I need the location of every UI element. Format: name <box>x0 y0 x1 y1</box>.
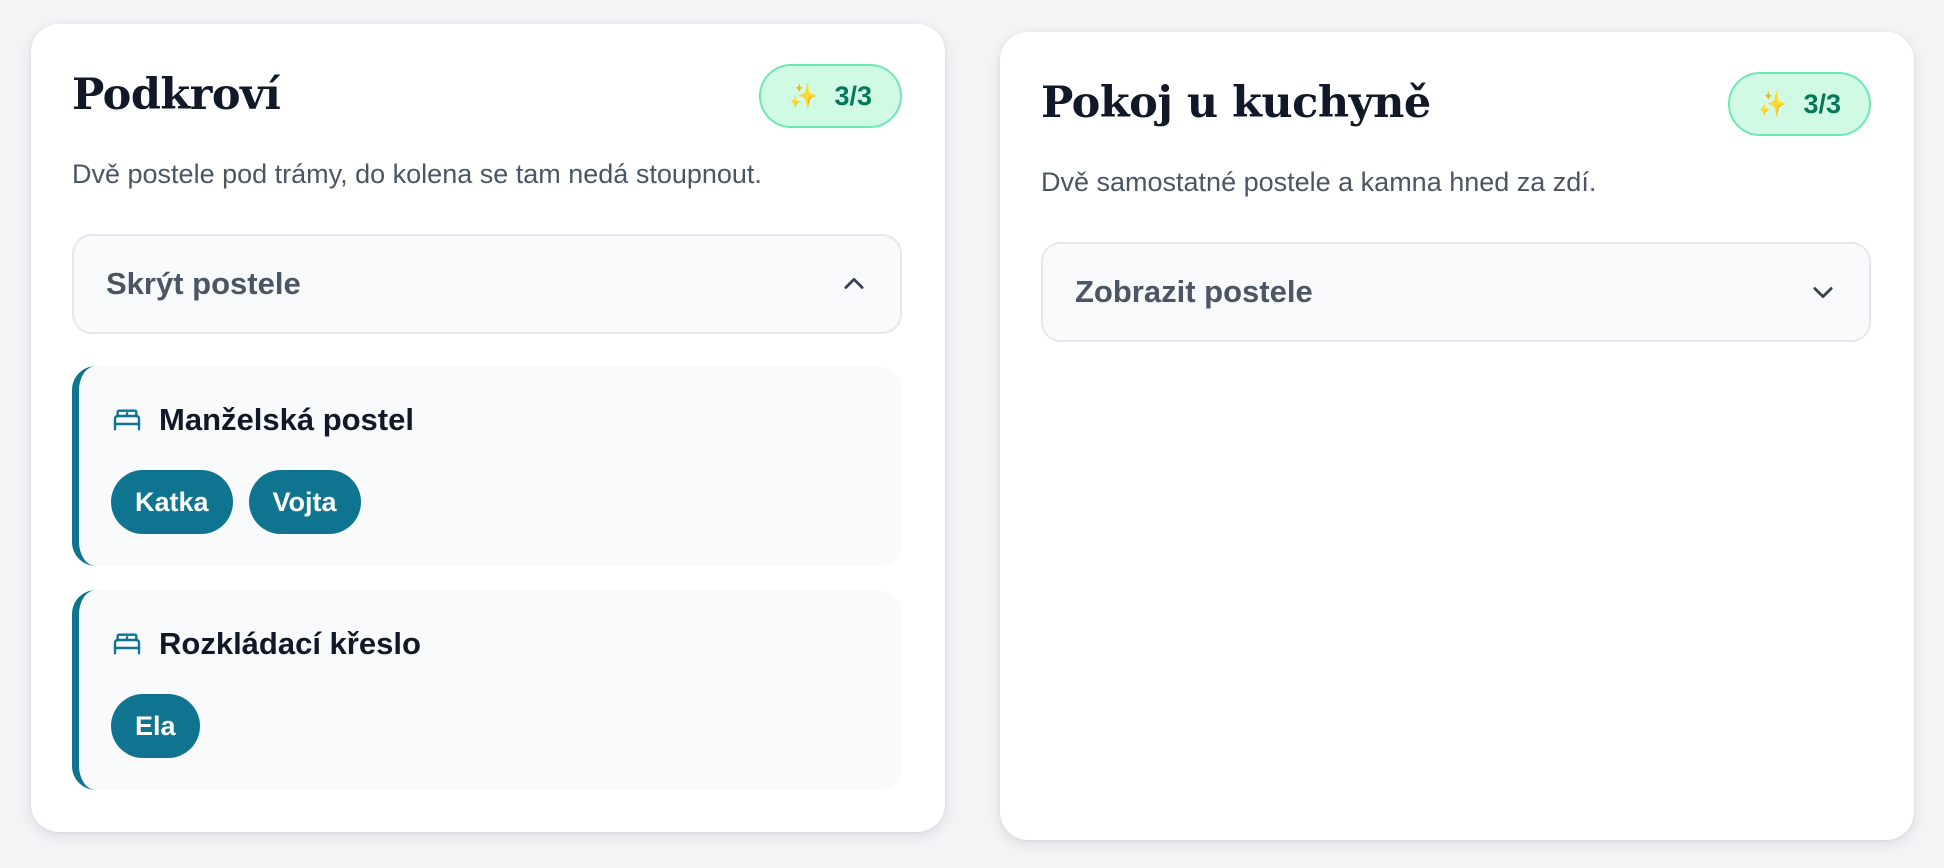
occupancy-badge: ✨ 3/3 <box>758 64 902 128</box>
bed-name: Manželská postel <box>159 402 414 437</box>
sparkles-icon: ✨ <box>1757 90 1788 118</box>
sparkles-icon: ✨ <box>788 82 819 110</box>
bed-card: Rozkládací křeslo Ela <box>72 590 902 790</box>
toggle-label: Skrýt postele <box>106 266 301 301</box>
bed-icon <box>113 409 141 431</box>
bed-name: Rozkládací křeslo <box>159 626 421 661</box>
occupant-list: Katka Vojta <box>111 470 361 534</box>
occupancy-count: 3/3 <box>834 80 872 111</box>
occupancy-badge: ✨ 3/3 <box>1727 72 1871 136</box>
occupant-list: Ela <box>111 694 200 758</box>
room-description: Dvě postele pod trámy, do kolena se tam … <box>72 159 762 189</box>
room-title: Pokoj u kuchyně <box>1041 78 1431 128</box>
hide-beds-toggle[interactable]: Skrýt postele <box>72 234 902 334</box>
bed-icon <box>113 633 141 655</box>
room-description: Dvě samostatné postele a kamna hned za z… <box>1041 167 1597 197</box>
show-beds-toggle[interactable]: Zobrazit postele <box>1041 242 1871 342</box>
occupant-chip[interactable]: Ela <box>111 694 200 758</box>
room-card-podkrovi: Podkroví ✨ 3/3 Dvě postele pod trámy, do… <box>31 24 945 832</box>
toggle-label: Zobrazit postele <box>1075 274 1313 309</box>
room-card-pokoj-u-kuchyne: Pokoj u kuchyně ✨ 3/3 Dvě samostatné pos… <box>1000 32 1914 840</box>
bed-card: Manželská postel Katka Vojta <box>72 366 902 566</box>
room-title: Podkroví <box>72 70 281 120</box>
chevron-up-icon <box>844 277 864 289</box>
occupant-chip[interactable]: Katka <box>111 470 233 534</box>
chevron-down-icon <box>1813 287 1833 299</box>
occupant-chip[interactable]: Vojta <box>248 470 361 534</box>
occupancy-count: 3/3 <box>1803 88 1841 119</box>
